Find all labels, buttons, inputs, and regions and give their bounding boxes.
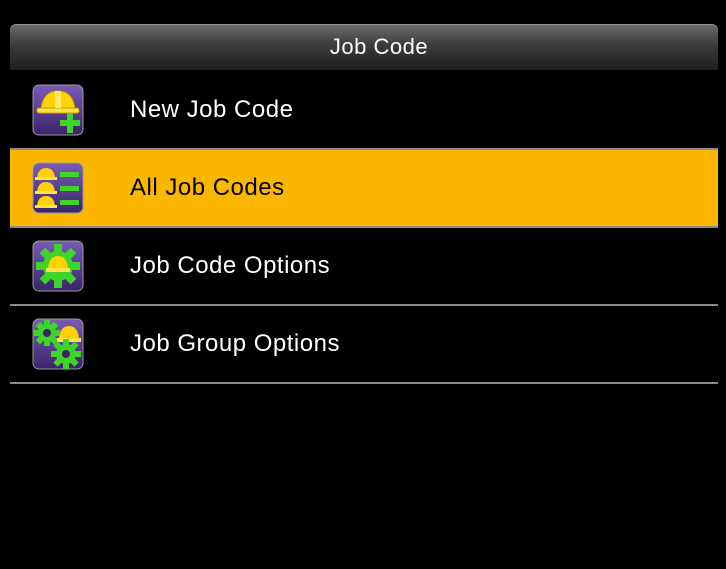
job-code-menu: New Job Code All Job Codes Job Code Opti… (10, 72, 718, 384)
menu-item-label: All Job Codes (130, 174, 285, 201)
title-bar: Job Code (10, 24, 718, 70)
all-job-codes-icon (31, 161, 85, 215)
menu-item-new-job-code[interactable]: New Job Code (10, 72, 718, 150)
page-title: Job Code (329, 34, 429, 59)
job-group-options-icon (31, 317, 85, 371)
new-job-code-icon (31, 83, 85, 137)
menu-item-job-code-options[interactable]: Job Code Options (10, 228, 718, 306)
menu-item-label: New Job Code (130, 96, 294, 123)
menu-item-job-group-options[interactable]: Job Group Options (10, 306, 718, 384)
menu-item-label: Job Group Options (130, 330, 340, 357)
menu-item-label: Job Code Options (130, 252, 331, 279)
job-code-options-icon (31, 239, 85, 293)
menu-item-all-job-codes[interactable]: All Job Codes (10, 150, 718, 228)
job-code-screen: Job Code New Job Code All Job Codes Job … (0, 0, 726, 569)
